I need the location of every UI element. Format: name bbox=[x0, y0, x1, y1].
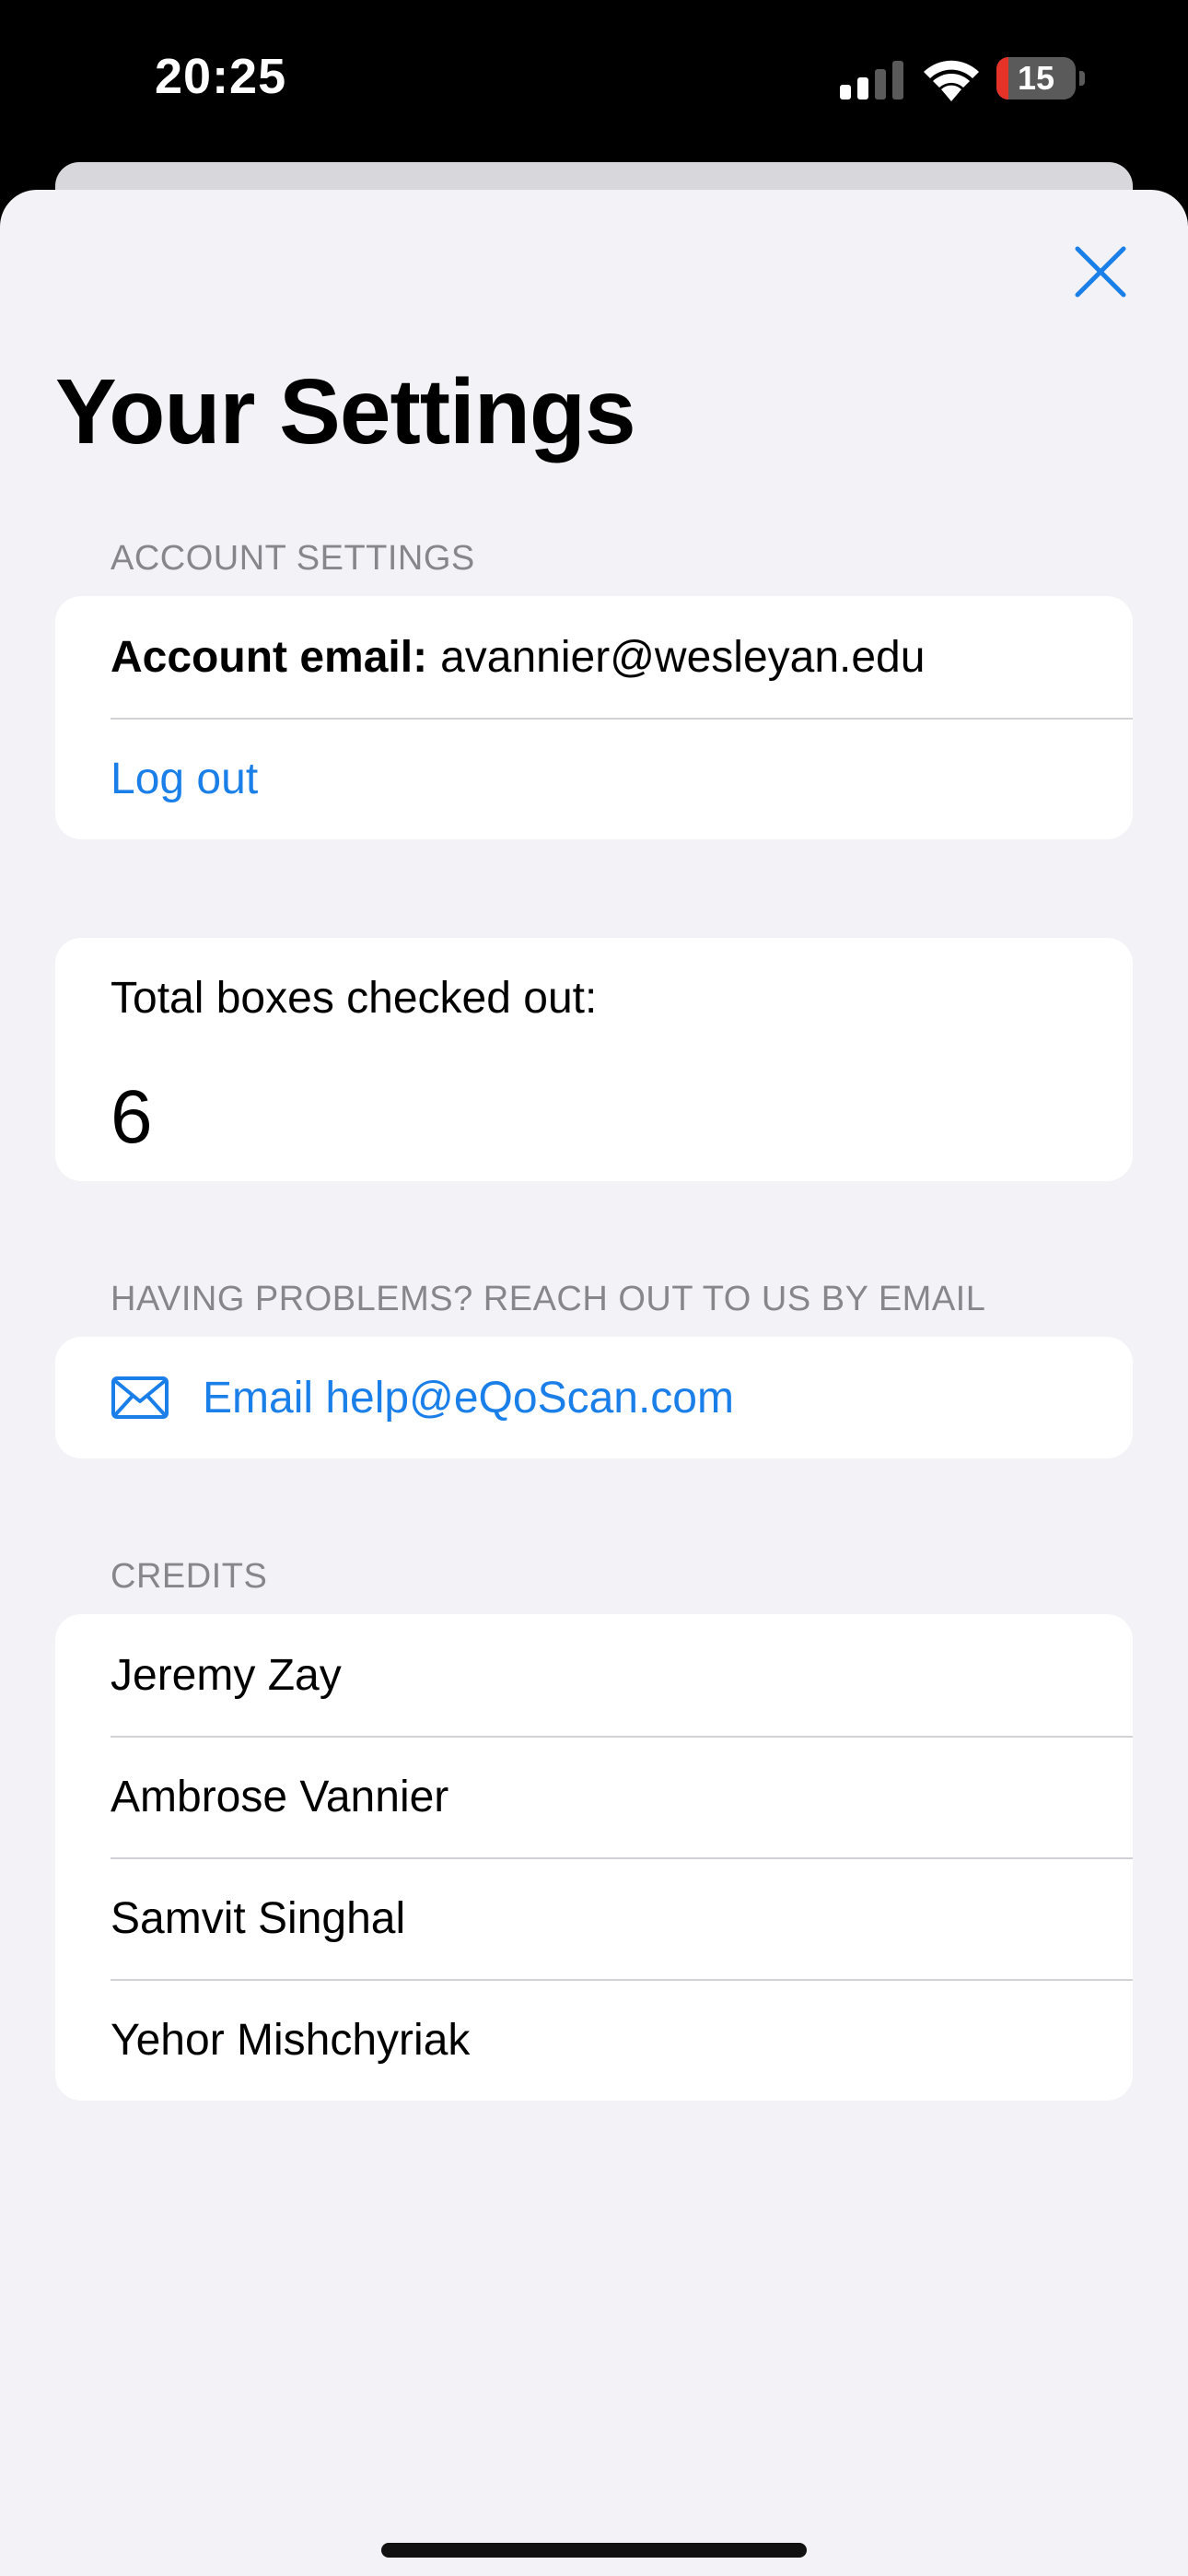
account-settings-card: Account email: avannier@wesleyan.edu Log… bbox=[55, 596, 1133, 839]
checkout-count: 6 bbox=[111, 1075, 153, 1159]
account-email-value: avannier@wesleyan.edu bbox=[440, 632, 926, 682]
credits-item: Samvit Singhal bbox=[55, 1857, 1133, 1979]
email-help-link[interactable]: Email help@eQoScan.com bbox=[203, 1373, 734, 1423]
credits-header: CREDITS bbox=[111, 1557, 268, 1596]
logout-button[interactable]: Log out bbox=[111, 754, 258, 804]
account-email-label: Account email: bbox=[111, 632, 428, 682]
status-time: 20:25 bbox=[155, 49, 287, 104]
signal-icon bbox=[840, 61, 903, 100]
close-icon[interactable] bbox=[1068, 240, 1133, 304]
wifi-icon bbox=[924, 60, 979, 101]
help-section-header: HAVING PROBLEMS? REACH OUT TO US BY EMAI… bbox=[111, 1280, 986, 1318]
credits-item: Yehor Mishchyriak bbox=[55, 1979, 1133, 2101]
account-settings-header: ACCOUNT SETTINGS bbox=[111, 539, 475, 578]
checkout-card: Total boxes checked out: 6 bbox=[55, 938, 1133, 1181]
battery-body: 15 bbox=[996, 57, 1076, 100]
home-indicator[interactable] bbox=[381, 2543, 807, 2558]
credits-item: Ambrose Vannier bbox=[55, 1736, 1133, 1857]
envelope-icon bbox=[111, 1376, 169, 1419]
account-email-row: Account email: avannier@wesleyan.edu bbox=[55, 596, 1133, 718]
page-title: Your Settings bbox=[55, 360, 636, 463]
battery-level: 15 bbox=[1017, 59, 1055, 97]
checkout-label: Total boxes checked out: bbox=[111, 974, 598, 1023]
battery-icon: 15 bbox=[996, 57, 1087, 101]
credits-item: Jeremy Zay bbox=[111, 1650, 342, 1700]
logout-row[interactable]: Log out bbox=[55, 718, 1133, 839]
email-help-row[interactable]: Email help@eQoScan.com bbox=[55, 1337, 1133, 1458]
credits-card: Jeremy Zay Ambrose Vannier Samvit Singha… bbox=[55, 1614, 1133, 2101]
status-bar: 20:25 15 bbox=[0, 0, 1188, 166]
battery-cap bbox=[1079, 71, 1085, 86]
help-card: Email help@eQoScan.com bbox=[55, 1337, 1133, 1458]
